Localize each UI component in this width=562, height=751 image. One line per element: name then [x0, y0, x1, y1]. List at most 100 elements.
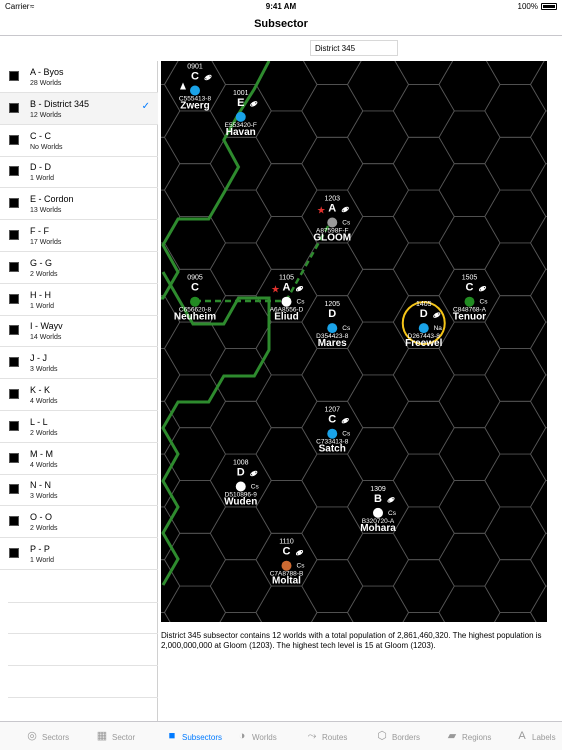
visibility-checkbox[interactable] — [9, 548, 19, 558]
tab-labels[interactable]: A Labels — [510, 722, 562, 751]
hex-number: 1309 — [370, 486, 386, 493]
visibility-checkbox[interactable] — [9, 293, 19, 304]
tab-regions[interactable]: ▰ Regions — [440, 722, 510, 751]
hex-number: 1203 — [324, 196, 340, 203]
hex-cell — [438, 532, 501, 587]
tab-sectors[interactable]: ◎ Sectors — [20, 722, 90, 751]
tab-worlds[interactable]: ◑ Worlds — [230, 722, 300, 751]
tab-borders[interactable]: ⬡ Borders — [370, 722, 440, 751]
visibility-checkbox[interactable] — [9, 516, 19, 527]
world-name: Eliud — [274, 312, 298, 323]
subsector-row[interactable]: A - Byos 28 Worlds — [0, 61, 158, 93]
hex-cell — [164, 480, 226, 534]
world-count: 2 Worlds — [30, 429, 58, 437]
tab-subsectors[interactable]: ■ Subsectors — [160, 722, 230, 751]
hex-map[interactable]: 0901CC555413-8Zwerg1001EE553420-FHavan12… — [161, 61, 547, 622]
world-count: 2 Worlds — [30, 525, 58, 533]
visibility-checkbox[interactable] — [9, 198, 19, 209]
hex-cell — [530, 321, 547, 376]
hex-cell — [392, 136, 455, 191]
tab-label: Routes — [322, 733, 348, 742]
tab-label: Subsectors — [182, 733, 223, 742]
visibility-checkbox[interactable] — [9, 325, 19, 336]
subsector-map[interactable]: 0901 C C555413-8 Zwerg 1001 E E553420-F Havan 12… — [161, 61, 547, 622]
visibility-checkbox[interactable] — [9, 71, 19, 81]
tab-label: Borders — [392, 733, 421, 742]
visibility-checkbox[interactable] — [9, 166, 19, 177]
base-code: Cs — [297, 299, 306, 306]
battery-percent: 100% — [517, 2, 538, 11]
subsector-name: E - Cordon — [30, 194, 74, 205]
subsector-row[interactable]: C - C No Worlds — [0, 125, 158, 157]
starport-class: A — [283, 282, 291, 294]
hex-cell — [255, 585, 318, 622]
subsector-name: O - O — [30, 512, 52, 523]
tab-label: Sector — [112, 733, 136, 742]
hex-cell — [161, 348, 181, 402]
visibility-checkbox[interactable] — [9, 134, 19, 145]
globe-icon: ◑ — [238, 730, 246, 742]
regions-icon: ▰ — [447, 730, 457, 742]
world-disc-icon — [418, 323, 429, 334]
search-input[interactable] — [310, 40, 398, 56]
subsector-row[interactable]: I - Wayv 14 Worlds — [0, 315, 158, 348]
subsector-row[interactable]: E - Cordon 13 Worlds — [0, 188, 158, 221]
visibility-checkbox[interactable] — [9, 452, 19, 463]
tab-routes[interactable]: ⤳ Routes — [300, 722, 370, 751]
subsector-row[interactable]: L - L 2 Worlds — [0, 411, 158, 443]
gas-giant-icon — [297, 286, 302, 291]
starport-class: C — [466, 282, 474, 294]
hex-cell — [530, 480, 547, 534]
visibility-checkbox[interactable] — [9, 357, 19, 368]
starport-class: D — [328, 308, 336, 320]
subsector-row[interactable]: J - J 3 Worlds — [0, 347, 158, 380]
empty-row-divider — [8, 697, 158, 698]
empty-row-divider — [8, 633, 158, 635]
hex-cell — [438, 110, 501, 165]
hex-cell — [394, 61, 454, 85]
starport-class: C — [191, 282, 199, 294]
status-time: 9:41 AM — [265, 2, 297, 11]
hex-number: 1008 — [233, 460, 249, 467]
subsector-name: D - D — [30, 162, 51, 173]
visibility-checkbox[interactable] — [9, 484, 19, 495]
hex-cell — [347, 321, 409, 376]
subsector-row[interactable]: K - K 4 Worlds — [0, 379, 158, 411]
subsector-row[interactable]: G - G 2 Worlds — [0, 252, 158, 284]
subsector-list: A - Byos 28 Worlds B - District 345 12 Worl… — [0, 61, 158, 721]
hex-cell — [484, 189, 547, 244]
world-count: 2 Worlds — [30, 270, 58, 278]
starport-class: C — [328, 414, 336, 426]
visibility-checkbox[interactable] — [9, 102, 19, 113]
subsector-row[interactable]: M - M 4 Worlds — [0, 443, 158, 475]
hex-cell — [161, 61, 179, 85]
subsector-row[interactable]: B - District 345 12 Worlds ✓ — [0, 92, 158, 125]
hex-cell — [484, 506, 547, 561]
hex-cell — [392, 189, 455, 244]
subsector-row[interactable]: O - O 2 Worlds — [0, 506, 158, 539]
visibility-checkbox[interactable] — [9, 230, 19, 240]
labels-icon: A — [518, 730, 526, 742]
world-count: 28 Worlds — [30, 80, 62, 87]
subsector-row[interactable]: F - F 17 Worlds — [0, 220, 158, 252]
visibility-checkbox[interactable] — [9, 389, 19, 399]
subsector-row[interactable]: N - N 3 Worlds — [0, 474, 158, 507]
hex-cell — [219, 612, 262, 622]
world-count: 1 World — [30, 557, 54, 564]
subsector-name: P - P — [30, 544, 50, 554]
hex-cell — [347, 532, 409, 587]
subsector-row[interactable]: P - P 1 World — [0, 538, 158, 570]
tab-sector[interactable]: ▦ Sector — [90, 722, 160, 751]
subsector-row[interactable]: H - H 1 World — [0, 284, 158, 316]
subsector-row[interactable]: D - D 1 World — [0, 156, 158, 189]
world-name: Wuden — [224, 497, 257, 508]
visibility-checkbox[interactable] — [9, 261, 19, 272]
hex-cell — [347, 110, 409, 165]
starport-class: C — [283, 546, 291, 558]
hex-cell — [301, 136, 364, 191]
gas-giant-icon — [343, 418, 348, 423]
visibility-checkbox[interactable] — [9, 420, 19, 431]
hex-cell — [301, 348, 364, 402]
hex-cell — [347, 374, 409, 429]
hex-cell — [209, 136, 272, 191]
